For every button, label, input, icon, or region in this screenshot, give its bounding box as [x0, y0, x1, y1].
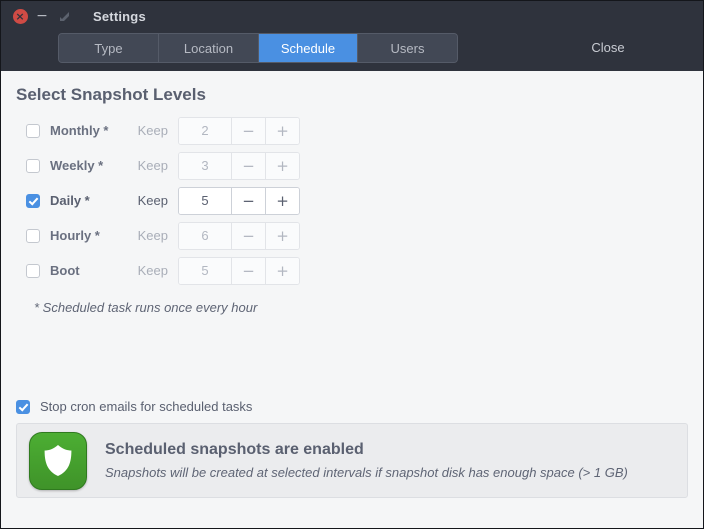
settings-window: × − Settings Type Location Schedule User… — [0, 0, 704, 529]
keep-value-weekly[interactable]: 3 — [179, 152, 232, 179]
tab-type[interactable]: Type — [59, 34, 159, 62]
level-label-daily: Daily * — [50, 193, 90, 208]
keep-increment-hourly[interactable]: + — [266, 222, 299, 249]
level-row-hourly: Hourly * Keep 6 − + — [16, 218, 688, 253]
checkbox-stop-cron-emails[interactable]: Stop cron emails for scheduled tasks — [16, 399, 252, 414]
keep-decrement-daily[interactable]: − — [232, 187, 266, 214]
keep-increment-boot[interactable]: + — [266, 257, 299, 284]
level-label-hourly: Hourly * — [50, 228, 100, 243]
status-panel: Scheduled snapshots are enabled Snapshot… — [16, 423, 688, 498]
level-label-boot: Boot — [50, 263, 80, 278]
keep-label-weekly: Keep — [137, 158, 168, 173]
keep-label-boot: Keep — [137, 263, 168, 278]
checkbox-hourly[interactable]: Hourly * — [16, 228, 126, 243]
checkbox-daily[interactable]: Daily * — [16, 193, 126, 208]
checkbox-monthly[interactable]: Monthly * — [16, 123, 126, 138]
checkbox-box-daily — [26, 193, 40, 208]
checkbox-box-hourly — [26, 228, 40, 243]
keep-value-boot[interactable]: 5 — [179, 257, 232, 284]
tab-location[interactable]: Location — [159, 34, 259, 62]
level-label-monthly: Monthly * — [50, 123, 109, 138]
maximize-icon — [59, 11, 70, 22]
level-row-boot: Boot Keep 5 − + — [16, 253, 688, 288]
keep-increment-weekly[interactable]: + — [266, 152, 299, 179]
window-close-button[interactable]: × — [11, 7, 29, 25]
status-heading: Scheduled snapshots are enabled — [105, 440, 364, 458]
keep-stepper-hourly[interactable]: 6 − + — [178, 221, 300, 250]
keep-increment-daily[interactable]: + — [266, 187, 299, 214]
keep-label-hourly: Keep — [137, 228, 168, 243]
tab-group: Type Location Schedule Users — [58, 33, 458, 63]
keep-stepper-daily[interactable]: 5 − + — [178, 186, 300, 215]
keep-stepper-monthly[interactable]: 2 − + — [178, 116, 300, 145]
schedule-footnote: * Scheduled task runs once every hour — [34, 300, 258, 315]
keep-increment-monthly[interactable]: + — [266, 117, 299, 144]
tab-bar: Type Location Schedule Users Close — [1, 31, 703, 71]
snapshot-levels-list: Monthly * Keep 2 − + Weekly * Keep 3 − +… — [16, 113, 688, 288]
checkbox-weekly[interactable]: Weekly * — [16, 158, 126, 173]
window-maximize-button[interactable] — [55, 7, 73, 25]
tab-schedule[interactable]: Schedule — [259, 34, 358, 62]
level-label-weekly: Weekly * — [50, 158, 104, 173]
keep-label-daily: Keep — [137, 193, 168, 208]
minimize-icon: − — [36, 8, 48, 24]
keep-label-monthly: Keep — [137, 123, 168, 138]
level-row-monthly: Monthly * Keep 2 − + — [16, 113, 688, 148]
stop-cron-emails-label: Stop cron emails for scheduled tasks — [40, 399, 253, 414]
level-row-weekly: Weekly * Keep 3 − + — [16, 148, 688, 183]
keep-decrement-hourly[interactable]: − — [232, 222, 266, 249]
level-row-daily: Daily * Keep 5 − + — [16, 183, 688, 218]
status-subtext: Snapshots will be created at selected in… — [105, 464, 628, 480]
close-icon: × — [12, 8, 28, 24]
content-area: Select Snapshot Levels Monthly * Keep 2 … — [2, 71, 702, 527]
checkbox-boot[interactable]: Boot — [16, 263, 126, 278]
page-title: Select Snapshot Levels — [16, 85, 206, 104]
status-text-block: Scheduled snapshots are enabled Snapshot… — [105, 439, 628, 483]
checkbox-box-boot — [26, 263, 40, 278]
keep-value-monthly[interactable]: 2 — [179, 117, 232, 144]
keep-decrement-boot[interactable]: − — [232, 257, 266, 284]
keep-value-hourly[interactable]: 6 — [179, 222, 232, 249]
close-button[interactable]: Close — [513, 33, 703, 61]
keep-decrement-monthly[interactable]: − — [232, 117, 266, 144]
window-title: Settings — [93, 8, 146, 24]
keep-stepper-weekly[interactable]: 3 − + — [178, 151, 300, 180]
window-minimize-button[interactable]: − — [33, 7, 51, 25]
tab-users[interactable]: Users — [358, 34, 457, 62]
checkbox-box-monthly — [26, 123, 40, 138]
checkbox-box-stop-cron-emails — [16, 399, 30, 414]
checkbox-box-weekly — [26, 158, 40, 173]
shield-icon — [29, 431, 87, 490]
title-bar: × − Settings — [1, 1, 703, 31]
keep-stepper-boot[interactable]: 5 − + — [178, 256, 300, 285]
keep-decrement-weekly[interactable]: − — [232, 152, 266, 179]
keep-value-daily[interactable]: 5 — [179, 187, 232, 214]
